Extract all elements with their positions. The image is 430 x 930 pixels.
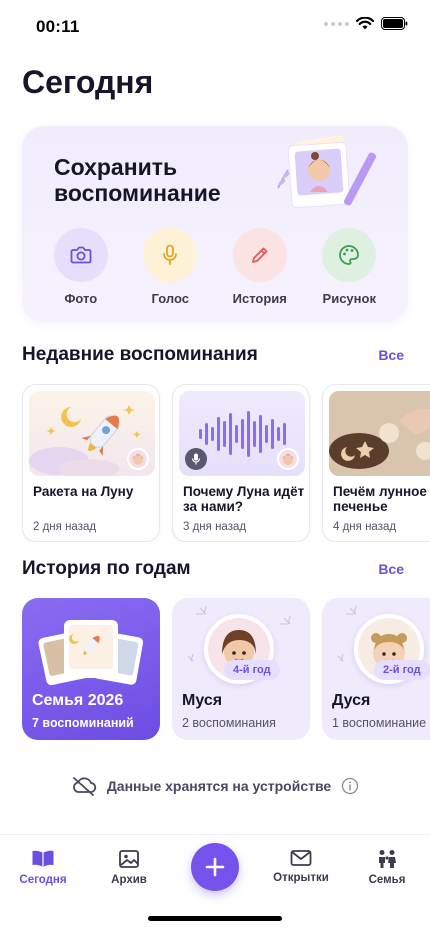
camera-icon xyxy=(70,246,92,264)
cloud-off-icon xyxy=(72,777,96,796)
tab-label: Архив xyxy=(111,874,147,886)
baking-photo xyxy=(329,391,430,476)
home-indicator xyxy=(148,916,282,921)
tab-label: Сегодня xyxy=(19,874,67,886)
pencil-icon xyxy=(251,247,268,263)
age-badge: 4-й год xyxy=(224,660,280,680)
recent-memories-title: Недавние воспоминания xyxy=(22,344,258,365)
info-icon[interactable] xyxy=(341,777,359,795)
gallery-icon xyxy=(119,850,139,868)
tab-family[interactable]: Семья xyxy=(345,849,429,886)
year-card-count: 7 воспоминаний xyxy=(32,716,134,730)
tab-today[interactable]: Сегодня xyxy=(1,849,85,886)
recent-memories-list: Ракета на Луну 2 дня назад Почему Луна и… xyxy=(22,384,430,542)
years-list: Семья 2026 7 воспоминаний 4-й год Муся 2… xyxy=(22,598,430,740)
microphone-icon xyxy=(191,453,201,465)
year-card-title: Муся xyxy=(182,692,223,709)
author-avatar xyxy=(277,448,299,470)
capture-voice-label: Голос xyxy=(151,291,189,306)
book-open-icon xyxy=(32,850,54,867)
year-card-count: 1 воспоминание xyxy=(332,716,427,730)
capture-story-button[interactable]: История xyxy=(215,228,305,306)
capture-photo-label: Фото xyxy=(64,291,98,306)
microphone-icon xyxy=(163,244,178,265)
page-title: Сегодня xyxy=(22,64,154,100)
tab-label: Семья xyxy=(368,874,406,886)
memory-date: 3 дня назад xyxy=(183,521,247,533)
capture-title: Сохранить воспоминание xyxy=(54,154,221,206)
capture-drawing-button[interactable]: Рисунок xyxy=(305,228,395,306)
cellular-signal-icon xyxy=(324,21,349,26)
status-bar: 00:11 xyxy=(0,0,430,54)
memory-title: Печём лунное печенье xyxy=(333,484,427,514)
battery-icon xyxy=(381,17,408,30)
voice-memo-badge xyxy=(185,448,207,470)
year-card-title: Дуся xyxy=(332,692,371,709)
capture-story-label: История xyxy=(232,291,287,306)
add-memory-button[interactable] xyxy=(191,843,239,891)
palette-icon xyxy=(339,245,360,265)
year-card-family[interactable]: Семья 2026 7 воспоминаний xyxy=(22,598,160,740)
recent-see-all-link[interactable]: Все xyxy=(378,347,404,363)
storage-text: Данные хранятся на устройстве xyxy=(106,778,332,794)
memory-title: Почему Луна идёт за нами? xyxy=(183,484,305,514)
capture-drawing-label: Рисунок xyxy=(322,291,376,306)
tab-archive[interactable]: Архив xyxy=(87,849,171,886)
photo-stack-illustration xyxy=(38,620,144,686)
family-icon xyxy=(379,850,396,868)
status-time: 00:11 xyxy=(36,17,80,36)
capture-memory-card: Сохранить воспоминание Фото Голос Истори… xyxy=(22,126,408,322)
age-badge: 2-й год xyxy=(374,660,430,680)
tab-cards[interactable]: Открытки xyxy=(259,849,343,884)
wifi-icon xyxy=(356,17,374,30)
memory-card-rocket[interactable]: Ракета на Луну 2 дня назад xyxy=(22,384,160,542)
plus-icon xyxy=(205,857,225,877)
storage-note: Данные хранятся на устройстве xyxy=(0,776,430,796)
author-avatar xyxy=(127,448,149,470)
year-card-musya[interactable]: 4-й год Муся 2 воспоминания xyxy=(172,598,310,740)
capture-photo-button[interactable]: Фото xyxy=(36,228,126,306)
capture-voice-button[interactable]: Голос xyxy=(126,228,216,306)
year-card-dusya[interactable]: 2-й год Дуся 1 воспоминание xyxy=(322,598,430,740)
photo-frame-illustration xyxy=(277,135,377,209)
year-card-title: Семья 2026 xyxy=(32,692,124,709)
memory-date: 4 дня назад xyxy=(333,521,397,533)
envelope-icon xyxy=(290,850,312,866)
years-history-title: История по годам xyxy=(22,558,191,579)
memory-title: Ракета на Луну xyxy=(33,484,134,499)
years-see-all-link[interactable]: Все xyxy=(378,561,404,577)
memory-date: 2 дня назад xyxy=(33,521,97,533)
tab-label: Открытки xyxy=(273,872,329,884)
memory-card-cookies[interactable]: Печём лунное печенье 4 дня назад xyxy=(322,384,430,542)
memory-card-moon-question[interactable]: Почему Луна идёт за нами? 3 дня назад xyxy=(172,384,310,542)
year-card-count: 2 воспоминания xyxy=(182,716,276,730)
